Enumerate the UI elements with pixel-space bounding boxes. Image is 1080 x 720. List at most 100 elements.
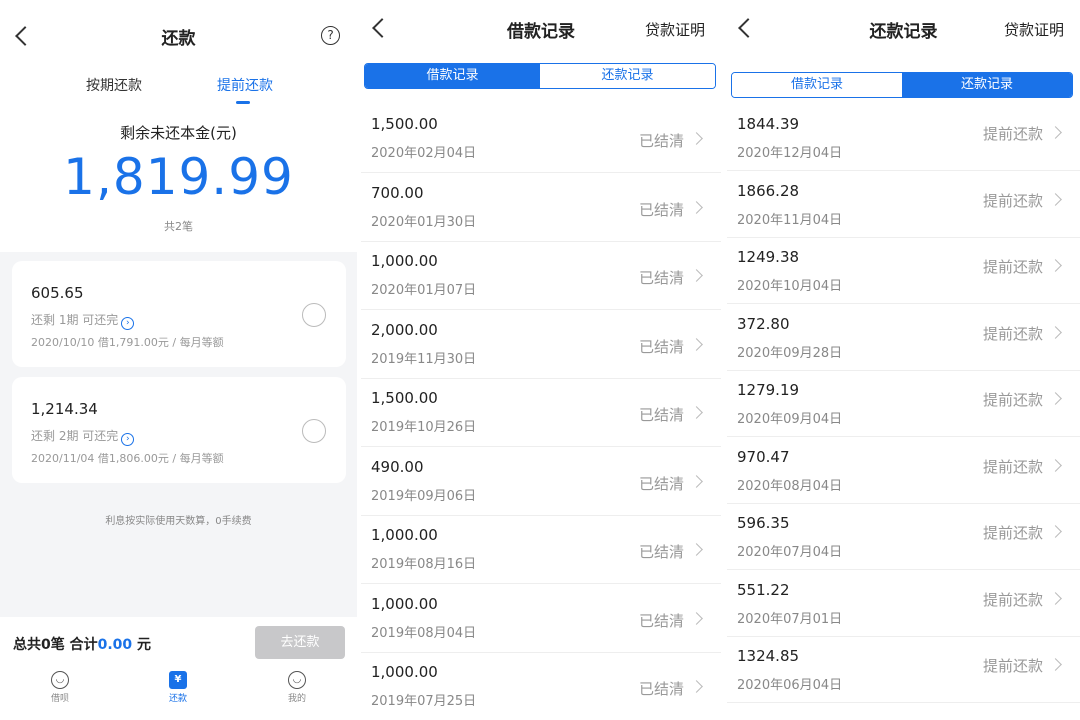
- record-date: 2019年07月25日: [371, 694, 477, 709]
- record-date: 2020年07月01日: [737, 611, 843, 627]
- chevron-right-circle-icon[interactable]: ›: [121, 317, 135, 330]
- record-date: 2020年06月04日: [737, 678, 843, 693]
- help-icon[interactable]: ?: [321, 26, 340, 45]
- record-date: 2020年01月30日: [371, 214, 477, 230]
- chevron-right-icon: [690, 474, 703, 488]
- active-tab-indicator: [236, 101, 250, 104]
- remaining-principal-label: 剩余未还本金(元): [120, 124, 237, 142]
- record-status: 已结清: [639, 680, 685, 698]
- record-amount: 1,500.00: [371, 115, 438, 133]
- chevron-right-circle-icon[interactable]: ›: [121, 433, 135, 446]
- record-status: 提前还款: [983, 191, 1044, 210]
- loan-certificate-link[interactable]: 贷款证明: [645, 19, 705, 40]
- pay-button[interactable]: 去还款: [255, 626, 345, 659]
- record-date: 2020年11月04日: [737, 212, 843, 228]
- record-date: 2019年11月30日: [371, 351, 477, 367]
- chevron-right-icon: [1049, 658, 1062, 671]
- loan-certificate-link[interactable]: 贷款证明: [1004, 19, 1064, 40]
- chevron-right-icon: [1049, 525, 1062, 538]
- nav-item-mine[interactable]: ◡ 我的: [267, 671, 327, 704]
- record-amount: 700.00: [371, 183, 424, 202]
- record-date: 2019年08月04日: [371, 625, 477, 641]
- bill-card[interactable]: 605.65 还剩 1期 可还完 › 2020/10/10 借1,791.00元 …: [12, 261, 346, 367]
- record-row[interactable]: 1,000.00 2020年01月07日 已结清: [361, 243, 721, 310]
- record-date: 2020年01月07日: [371, 283, 477, 298]
- record-status: 已结清: [639, 474, 685, 493]
- record-status: 已结清: [639, 269, 685, 287]
- remaining-principal-summary: 剩余未还本金(元) 1,819.99 共2笔: [0, 108, 357, 252]
- record-amount: 1,000.00: [371, 252, 438, 270]
- tab-early-repay[interactable]: 提前还款: [217, 75, 273, 95]
- segment-loan-records[interactable]: 借款记录: [365, 64, 540, 88]
- segment-loan-records[interactable]: 借款记录: [732, 73, 902, 97]
- record-row[interactable]: 1324.85 2020年06月04日 提前还款: [727, 638, 1080, 703]
- repay-header: 还款 ?: [0, 0, 357, 60]
- record-status: 已结清: [639, 337, 685, 356]
- record-status: 提前还款: [983, 391, 1044, 409]
- total-summary: 总共0笔 合计0.00 元: [13, 634, 151, 654]
- segment-repay-records[interactable]: 还款记录: [540, 64, 715, 88]
- record-date: 2020年02月04日: [371, 146, 477, 161]
- record-amount: 1249.38: [737, 248, 800, 266]
- chevron-right-icon: [690, 200, 703, 214]
- record-date: 2020年09月28日: [737, 345, 843, 361]
- record-row[interactable]: 372.80 2020年09月28日 提前还款: [727, 305, 1080, 371]
- total-suffix: 元: [132, 637, 152, 653]
- record-row[interactable]: 2,000.00 2019年11月30日 已结清: [361, 311, 721, 379]
- record-status: 已结清: [639, 200, 685, 219]
- record-amount: 1279.19: [737, 381, 800, 399]
- interest-note: 利息按实际使用天数算，0手续费: [105, 516, 252, 527]
- repay-records-header: 还款记录 贷款证明: [727, 0, 1080, 56]
- chevron-right-icon: [1049, 259, 1062, 272]
- segment-repay-records[interactable]: 还款记录: [902, 73, 1072, 97]
- record-status: 提前还款: [983, 524, 1044, 542]
- record-row[interactable]: 551.22 2020年07月01日 提前还款: [727, 571, 1080, 637]
- record-row[interactable]: 1866.28 2020年11月04日 提前还款: [727, 172, 1080, 238]
- record-status: 提前还款: [983, 590, 1044, 609]
- record-row[interactable]: 1,500.00 2019年10月26日 已结清: [361, 380, 721, 447]
- chevron-right-icon: [690, 611, 703, 625]
- chevron-right-icon: [690, 132, 703, 145]
- record-amount: 1,000.00: [371, 526, 438, 544]
- repay-tabs: 按期还款 提前还款: [0, 60, 357, 108]
- record-row[interactable]: 1,000.00 2019年08月16日 已结清: [361, 517, 721, 584]
- record-status: 提前还款: [983, 657, 1044, 675]
- loan-records-screen: 借款记录 贷款证明 借款记录 还款记录 1,500.00 2020年02月04日已…: [361, 0, 721, 720]
- record-status: 已结清: [639, 132, 685, 150]
- record-row[interactable]: 596.35 2020年07月04日 提前还款: [727, 505, 1080, 570]
- record-amount: 1844.39: [737, 115, 800, 133]
- tab-scheduled-repay[interactable]: 按期还款: [86, 75, 142, 95]
- record-row[interactable]: 1279.19 2020年09月04日 提前还款: [727, 372, 1080, 437]
- record-date: 2019年08月16日: [371, 557, 477, 572]
- repay-screen: 还款 ? 按期还款 提前还款 剩余未还本金(元) 1,819.99 共2笔 60…: [0, 0, 357, 720]
- profile-icon: ◡: [288, 671, 306, 689]
- bill-select-radio[interactable]: [302, 419, 326, 443]
- record-date: 2020年09月04日: [737, 412, 843, 427]
- nav-item-repay[interactable]: ¥ 还款: [148, 671, 208, 704]
- record-status: 已结清: [639, 543, 685, 561]
- record-row[interactable]: 1,500.00 2020年02月04日 已结清: [361, 106, 721, 173]
- record-amount: 596.35: [737, 514, 790, 532]
- record-status: 提前还款: [983, 324, 1044, 343]
- loan-records-header: 借款记录 贷款证明: [361, 0, 721, 56]
- record-row[interactable]: 700.00 2020年01月30日 已结清: [361, 174, 721, 242]
- records-segment-control: 借款记录 还款记录: [731, 72, 1073, 98]
- record-row[interactable]: 490.00 2019年09月06日 已结清: [361, 448, 721, 516]
- record-row[interactable]: 1844.39 2020年12月04日 提前还款: [727, 106, 1080, 171]
- bill-amount: 1,214.34: [31, 400, 98, 418]
- record-status: 提前还款: [983, 457, 1044, 476]
- record-row[interactable]: 1249.38 2020年10月04日 提前还款: [727, 239, 1080, 304]
- record-row[interactable]: 1,000.00 2019年08月04日 已结清: [361, 585, 721, 653]
- record-date: 2020年08月04日: [737, 478, 843, 494]
- bill-card[interactable]: 1,214.34 还剩 2期 可还完 › 2020/11/04 借1,806.00…: [12, 377, 346, 483]
- record-row[interactable]: 1,000.00 2019年07月25日 已结清: [361, 654, 721, 720]
- nav-label: 还款: [168, 694, 187, 704]
- bill-select-radio[interactable]: [302, 303, 326, 327]
- chevron-right-icon: [1049, 325, 1062, 339]
- record-amount: 551.22: [737, 580, 790, 599]
- nav-item-jiebei[interactable]: ◡ 借呗: [30, 671, 90, 704]
- record-row[interactable]: 970.47 2020年08月04日 提前还款: [727, 438, 1080, 504]
- record-amount: 1,500.00: [371, 389, 438, 407]
- bill-amount: 605.65: [31, 284, 84, 302]
- total-prefix: 总共0笔 合计: [13, 637, 98, 653]
